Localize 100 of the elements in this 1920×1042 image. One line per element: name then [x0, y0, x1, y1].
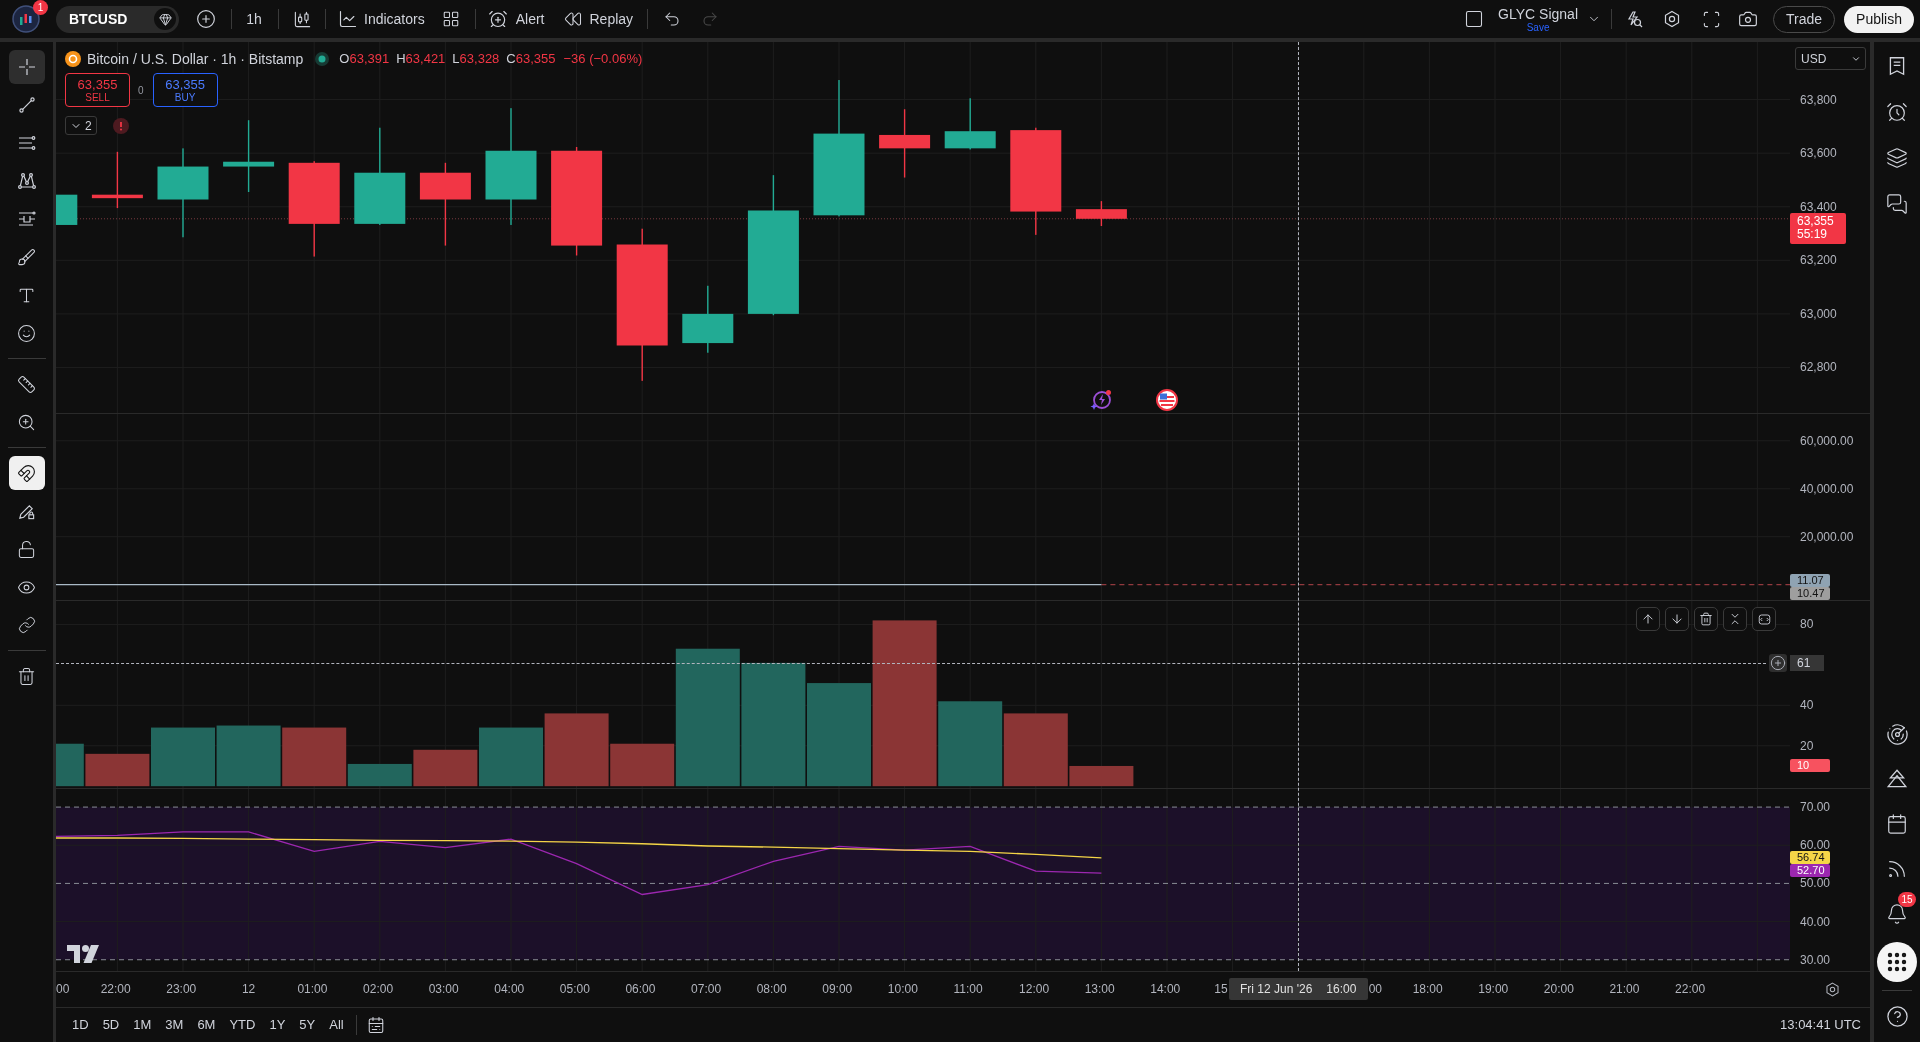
- candlestick-icon: [292, 9, 312, 29]
- ohlc-value: C63,355: [506, 50, 556, 69]
- time-label: 19:00: [1478, 982, 1509, 996]
- brush-icon: [17, 247, 36, 267]
- time-label: 13:00: [1084, 982, 1115, 996]
- delete-pane-button[interactable]: [1694, 607, 1718, 631]
- chart-logo-icon: [12, 5, 40, 33]
- range-button[interactable]: 3M: [159, 1013, 190, 1037]
- notification-count: 15: [1898, 892, 1916, 907]
- arrow-up-icon: [1641, 612, 1655, 626]
- magnet-icon: [17, 463, 36, 483]
- symbol-search-button[interactable]: BTCUSD: [56, 5, 179, 33]
- layout-name-button[interactable]: GLYC Signal Save: [1498, 5, 1578, 33]
- time-label: 00: [1368, 982, 1383, 996]
- notification-count: 1: [33, 0, 48, 15]
- axis-label: 20,000.00: [1800, 530, 1854, 543]
- alert-button[interactable]: Alert: [487, 5, 545, 33]
- axis-label: 30.00: [1800, 953, 1831, 966]
- range-button[interactable]: 6M: [191, 1013, 222, 1037]
- plus-button[interactable]: [1769, 653, 1787, 672]
- clock-time: 13:04:41 UTC: [1780, 1016, 1861, 1035]
- status-dot-icon: [315, 52, 330, 66]
- currency-dropdown[interactable]: USD: [1795, 47, 1866, 70]
- ruler-icon: [17, 374, 36, 394]
- crosshair-date: Fri 12 Jun '26: [1240, 981, 1313, 998]
- axis-label: 70.00: [1800, 801, 1831, 814]
- range-button[interactable]: 1M: [127, 1013, 158, 1037]
- range-button[interactable]: 5Y: [293, 1013, 322, 1037]
- last-price: 63,355: [1797, 214, 1835, 228]
- notifications-button[interactable]: 15: [1877, 894, 1917, 934]
- value-tag: 10.47: [1790, 587, 1830, 600]
- trend-line-icon: [16, 95, 37, 115]
- time-label: 23:00: [166, 982, 197, 996]
- time-label: 20:00: [1543, 982, 1574, 996]
- move-down-button[interactable]: [1665, 607, 1689, 631]
- ohlc-value: H63,421: [396, 50, 446, 69]
- dots-grid-icon: [1885, 950, 1909, 974]
- axis-label: 63,600: [1800, 147, 1837, 160]
- time-label: 02:00: [363, 982, 394, 996]
- apps-button[interactable]: [1877, 942, 1917, 982]
- alarm-clock-icon: [1886, 101, 1908, 123]
- time-label: 10:00: [887, 982, 918, 996]
- axis-label: 63,200: [1800, 254, 1837, 267]
- range-button[interactable]: 5D: [96, 1013, 126, 1037]
- maximize-pane-button[interactable]: [1752, 607, 1776, 631]
- time-label: 14:00: [1150, 982, 1181, 996]
- axis-label: 40: [1800, 699, 1814, 712]
- range-button[interactable]: All: [323, 1013, 350, 1037]
- magnet-button[interactable]: [8, 456, 45, 490]
- axis-label: 63,800: [1800, 93, 1837, 106]
- volume-bar: [216, 725, 281, 787]
- value-tag: 11.07: [1790, 574, 1830, 587]
- indicators-button[interactable]: Indicators: [338, 5, 425, 33]
- crosshair-value: 61: [1790, 654, 1824, 671]
- time-label: 22:00: [1675, 982, 1706, 996]
- collapse-pane-button[interactable]: [1723, 607, 1747, 631]
- time-label: 12: [241, 982, 256, 996]
- arrow-down-icon: [1670, 612, 1684, 626]
- maximize-icon: [1756, 611, 1772, 627]
- drawing-tool-button[interactable]: [8, 50, 45, 84]
- axis-label: 63,000: [1800, 307, 1837, 320]
- time-label: 22:00: [100, 982, 131, 996]
- axis-label: 63,400: [1800, 200, 1837, 213]
- axis-label: 40.00: [1800, 915, 1831, 928]
- projection-icon: [16, 209, 37, 229]
- value-tag: 56.74: [1790, 851, 1830, 865]
- time-label: 18:00: [1412, 982, 1443, 996]
- zoom-in-icon: [17, 412, 36, 432]
- lock-open-icon: [17, 539, 36, 559]
- interval-button[interactable]: 1h: [242, 5, 266, 33]
- undo-icon: [663, 10, 682, 28]
- camera-icon: [1738, 9, 1758, 29]
- axis-label: 60.00: [1800, 839, 1831, 852]
- time-label: 12:00: [1019, 982, 1050, 996]
- time-label: 09:00: [822, 982, 853, 996]
- range-button[interactable]: YTD: [223, 1013, 262, 1037]
- lightning-sparkle-icon: [1090, 389, 1113, 411]
- axis-label: 50.00: [1800, 877, 1831, 890]
- trash-icon: [17, 666, 36, 686]
- range-button[interactable]: 1D: [66, 1013, 95, 1037]
- smile-icon: [17, 323, 36, 343]
- axis-label: 20: [1800, 739, 1814, 752]
- time-label: 01:00: [297, 982, 328, 996]
- zigzag-pattern-icon: [16, 171, 37, 191]
- range-button[interactable]: 1Y: [263, 1013, 292, 1037]
- move-up-button[interactable]: [1636, 607, 1660, 631]
- calendar-icon: [366, 1016, 385, 1034]
- radar-icon: [1885, 722, 1909, 746]
- parallel-lines-icon: [16, 133, 37, 153]
- replay-button[interactable]: Replay: [563, 5, 634, 33]
- price-change: −36 (−0.06%): [563, 50, 643, 69]
- time-label: 08:00: [756, 982, 787, 996]
- publish-button[interactable]: Publish: [1844, 5, 1914, 33]
- axis-label: 62,800: [1800, 361, 1837, 374]
- redo-icon: [701, 10, 720, 28]
- time-label: 03:00: [428, 982, 459, 996]
- link-icon: [17, 616, 36, 634]
- time-label: 15: [1214, 982, 1228, 996]
- axis-label: 80: [1800, 618, 1814, 631]
- axis-label: 40,000.00: [1800, 482, 1854, 495]
